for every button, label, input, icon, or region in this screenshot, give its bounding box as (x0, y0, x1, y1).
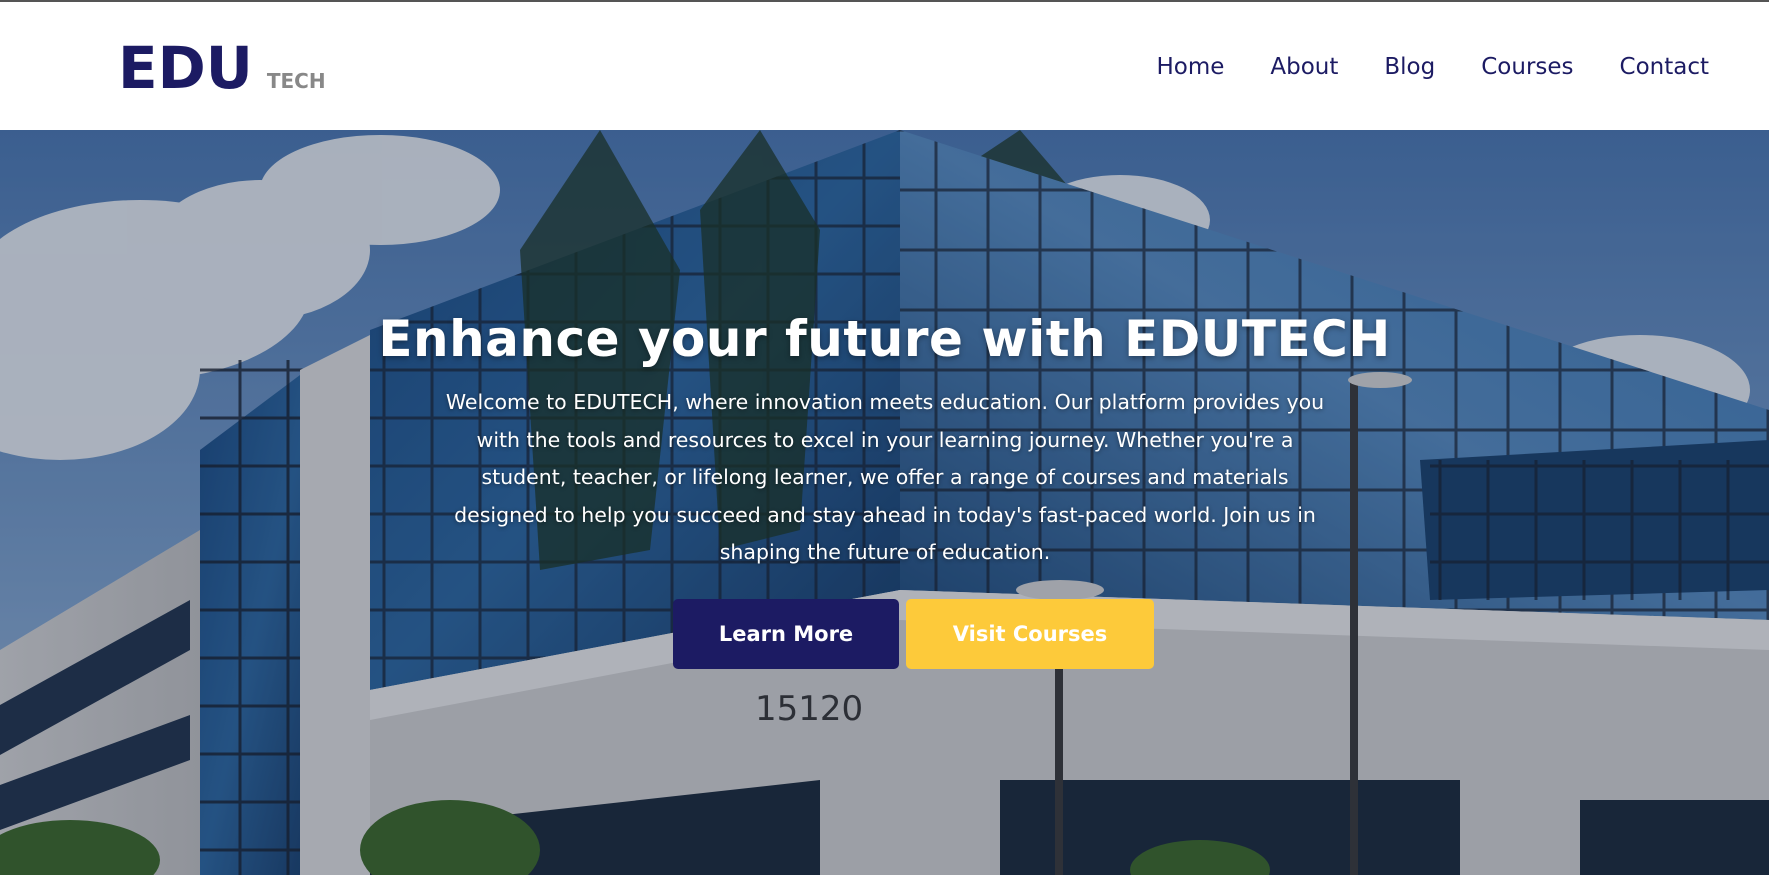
nav-link-home[interactable]: Home (1156, 54, 1224, 80)
main-nav: Home About Blog Courses Contact (1156, 54, 1709, 80)
nav-link-contact[interactable]: Contact (1620, 54, 1709, 80)
learn-more-button[interactable]: Learn More (673, 599, 899, 669)
site-header: EDU TECH Home About Blog Courses Contact (0, 2, 1769, 130)
nav-link-courses[interactable]: Courses (1481, 54, 1573, 80)
hero-description: Welcome to EDUTECH, where innovation mee… (445, 390, 1325, 565)
site-logo[interactable]: EDU TECH (118, 39, 326, 97)
logo-sub-text: TECH (266, 69, 326, 93)
nav-link-blog[interactable]: Blog (1384, 54, 1435, 80)
visit-courses-button[interactable]: Visit Courses (906, 599, 1154, 669)
logo-main-text: EDU (118, 34, 253, 102)
hero-title: Enhance your future with EDUTECH (378, 310, 1391, 368)
hero-content: Enhance your future with EDUTECH Welcome… (0, 130, 1769, 875)
page: EDU TECH Home About Blog Courses Contact (0, 0, 1769, 875)
hero-section: 15120 Enhance your future with EDUTECH W… (0, 130, 1769, 875)
nav-link-about[interactable]: About (1270, 54, 1338, 80)
